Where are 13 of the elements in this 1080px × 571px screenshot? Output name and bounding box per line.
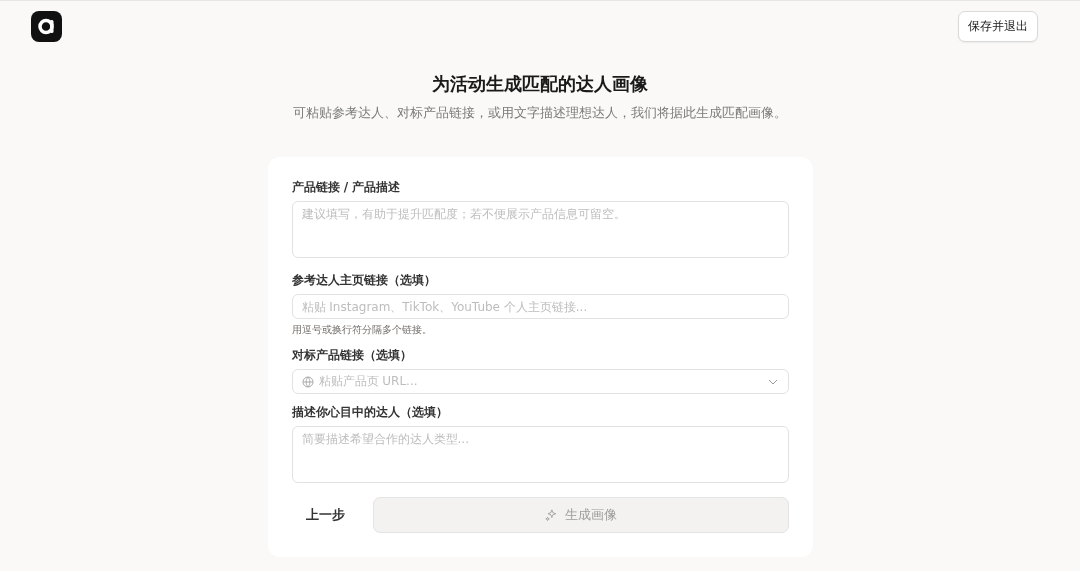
logo-icon [31, 11, 62, 42]
page-title: 为活动生成匹配的达人画像 [431, 72, 649, 96]
page-subtitle: 可粘贴参考达人、对标产品链接，或用文字描述理想达人，我们将据此生成匹配画像。 [292, 104, 788, 122]
sparkle-icon [544, 509, 557, 521]
back-button[interactable]: 上一步 [291, 498, 359, 532]
field-label: 描述你心目中的达人（选填） [291, 404, 449, 421]
text-area-field[interactable]: 简要描述希望合作的达人类型... [291, 426, 789, 483]
field-label: 参考达人主页链接（选填） [291, 272, 437, 289]
field-label: 对标产品链接（选填） [291, 347, 413, 364]
globe-icon [301, 375, 314, 388]
save-exit-button[interactable]: 保存并退出 [958, 11, 1038, 42]
field-hint: 用逗号或换行符分隔多个链接。 [291, 323, 433, 337]
field-label: 产品链接 / 产品描述 [291, 179, 402, 196]
